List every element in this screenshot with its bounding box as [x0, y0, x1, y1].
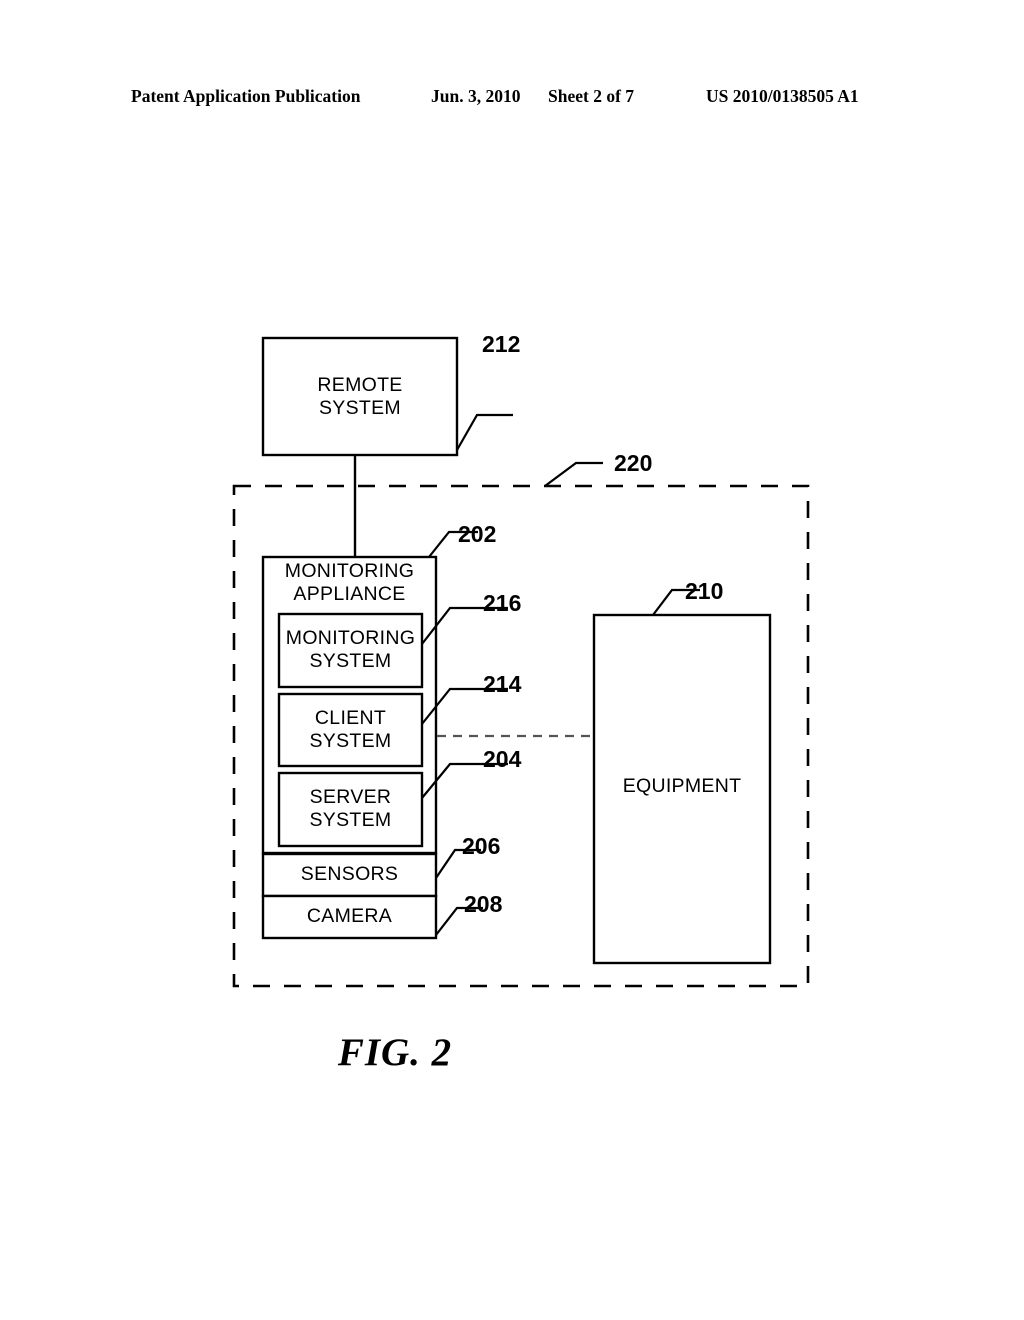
remote-system-label: REMOTE SYSTEM — [317, 374, 403, 419]
leader-line-220 — [544, 461, 603, 487]
ref-numeral-220: 220 — [614, 450, 653, 476]
ref-numeral-212: 212 — [482, 331, 521, 357]
equipment-label: EQUIPMENT — [622, 775, 742, 797]
ref-numeral-214: 214 — [483, 671, 522, 697]
ref-numeral-216: 216 — [483, 590, 522, 616]
monitoring-system-label: MONITORING SYSTEM — [285, 627, 416, 672]
client-system-label: CLIENT SYSTEM — [309, 707, 392, 752]
ref-numeral-210: 210 — [685, 578, 724, 604]
ref-numeral-208: 208 — [464, 891, 503, 917]
diagram-canvas — [232, 336, 810, 988]
ref-numeral-202: 202 — [458, 521, 497, 547]
camera-label: CAMERA — [306, 905, 393, 927]
ref-numeral-204: 204 — [483, 746, 522, 772]
sensors-label: SENSORS — [300, 863, 399, 885]
figure-caption: FIG. 2 — [337, 1031, 453, 1074]
figure-2-diagram — [0, 0, 1024, 1320]
monitoring-appliance-label: MONITORING APPLIANCE — [284, 560, 415, 605]
server-system-label: SERVER SYSTEM — [309, 786, 392, 831]
ref-numeral-206: 206 — [462, 833, 501, 859]
leader-line-212 — [456, 413, 513, 451]
patent-drawing-page: Patent Application Publication Jun. 3, 2… — [0, 0, 1024, 1320]
